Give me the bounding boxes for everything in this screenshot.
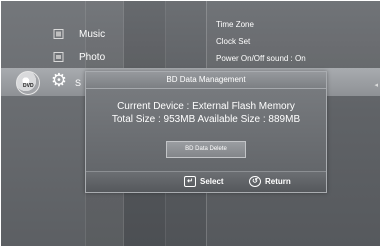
settings-item-power-sound[interactable]: Power On/Off sound : On [216,54,306,63]
select-hint[interactable]: ↵ Select [184,176,224,187]
return-label: Return [265,177,291,186]
select-label: Select [200,177,224,186]
bd-data-delete-button[interactable]: BD Data Delete [166,141,246,158]
dialog-title: BD Data Management [86,72,326,89]
settings-item-clock-set[interactable]: Clock Set [216,37,250,46]
size-info-text: Total Size : 953MB Available Size : 889M… [111,114,301,125]
chevron-right-icon: ◂ [374,82,378,89]
return-icon: ↺ [249,176,261,187]
gear-icon: ⚙ [50,70,68,90]
menu-item-label: S [75,78,82,88]
settings-item-time-zone[interactable]: Time Zone [216,20,254,29]
music-note-icon [53,29,65,39]
menu-item-music[interactable]: Music [53,26,105,42]
bd-data-management-dialog: BD Data Management Current Device : Exte… [85,71,327,193]
menu-item-photo[interactable]: Photo [53,49,105,65]
disc-label: DVD [23,83,34,89]
dialog-footer: ↵ Select ↺ Return [86,171,326,192]
menu-item-label: Music [79,28,106,40]
menu-item-label: Photo [79,51,106,63]
menu-screen: Music Photo DVD ⚙ S ◂ Time Zone Clock Se… [1,1,380,246]
current-device-text: Current Device : External Flash Memory [117,101,295,112]
return-hint[interactable]: ↺ Return [249,176,291,187]
photo-icon [53,52,65,62]
enter-icon: ↵ [184,176,196,187]
